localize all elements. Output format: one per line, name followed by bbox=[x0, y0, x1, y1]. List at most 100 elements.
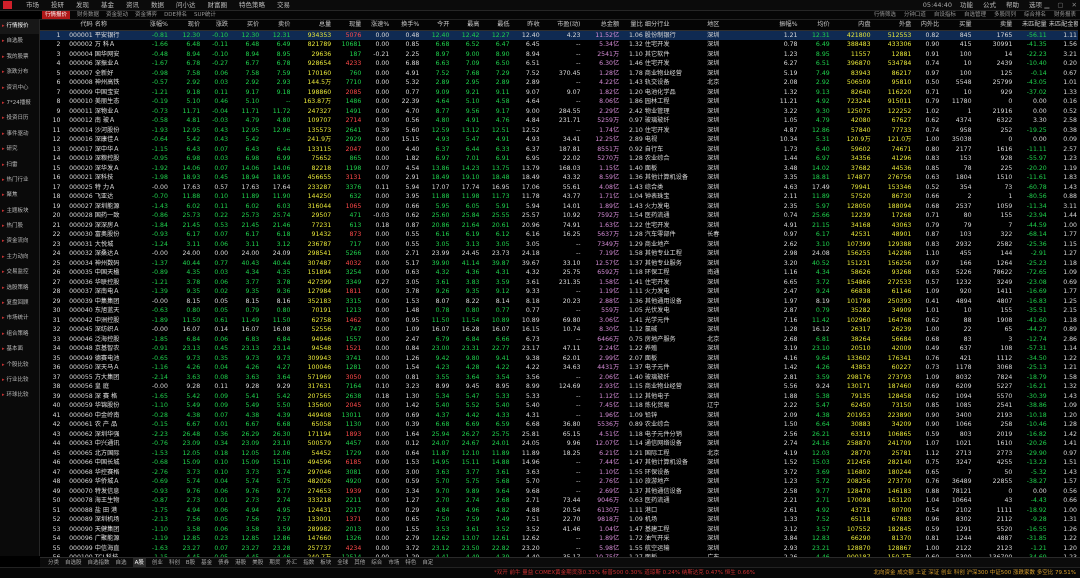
table-row[interactable]: 25 000034 神州数码 -1.37 40.44 0.77 40.43 40.44 3074… bbox=[40, 259, 1078, 269]
column-header[interactable]: 涨跌 bbox=[201, 20, 230, 31]
table-row[interactable]: 14 000019 深粮控股 -0.95 6.98 0.03 6.98 6.99 75652 86… bbox=[40, 154, 1078, 164]
table-row[interactable]: 40 000059 华锦股份 -1.10 5.49 0.09 5.49 5.50 135600 2… bbox=[40, 401, 1078, 411]
table-row[interactable]: 3 000004 国华网安 -0.48 8.94 -0.10 8.94 8.95 29636 18… bbox=[40, 50, 1078, 60]
table-row[interactable]: 33 000046 泛海控股 -1.85 6.84 0.06 6.83 6.84 94946 15… bbox=[40, 335, 1078, 345]
column-header[interactable]: 总金额 bbox=[581, 20, 621, 31]
sidebar-item[interactable]: 事件驱动 bbox=[0, 127, 39, 142]
table-row[interactable]: 19 000027 深圳能源 -1.43 6.02 0.11 6.02 6.03 316044 1… bbox=[40, 202, 1078, 212]
table-row[interactable]: 47 000068 华控赛格 -2.76 3.73 0.10 3.73 3.74 297046 3… bbox=[40, 468, 1078, 478]
column-header[interactable]: 外盘 bbox=[871, 20, 913, 31]
table-row[interactable]: 16 000021 深科技 -1.98 18.93 0.45 18.94 18.95 45665… bbox=[40, 173, 1078, 183]
column-header[interactable]: 内外比 bbox=[912, 20, 941, 31]
table-row[interactable]: 32 000045 深纺织Ａ -0.00 16.07 0.14 16.07 16.08 5255… bbox=[40, 325, 1078, 335]
column-header[interactable]: 未匹配金额 bbox=[1047, 20, 1078, 31]
menu-item[interactable]: 投研 bbox=[51, 1, 64, 9]
column-header[interactable]: 内盘 bbox=[830, 20, 872, 31]
table-row[interactable]: 52 000089 深圳机场 -2.13 7.56 0.05 7.56 7.57 133001 1… bbox=[40, 515, 1078, 525]
table-row[interactable]: 36 000050 深天马Ａ -1.16 4.26 0.04 4.26 4.27 100046 1… bbox=[40, 363, 1078, 373]
minimize-icon[interactable]: ▁ bbox=[1044, 1, 1049, 9]
sidebar-item[interactable]: 行业比较 bbox=[0, 373, 39, 388]
column-header[interactable]: 均价 bbox=[798, 20, 831, 31]
table-row[interactable]: 1 000001 平安银行 -0.81 12.30 -0.10 12.30 12.31 9343… bbox=[40, 30, 1078, 40]
column-header[interactable]: 最高 bbox=[450, 20, 481, 31]
tab-item[interactable]: DDE排名 bbox=[164, 11, 187, 19]
sidebar-item[interactable]: 复盘回顾 bbox=[0, 296, 39, 311]
column-header[interactable]: 昨收 bbox=[510, 20, 541, 31]
menu-item[interactable]: 财富圈 bbox=[208, 1, 228, 9]
table-row[interactable]: 44 000063 中兴通讯 -0.76 23.09 0.34 23.09 23.10 5005… bbox=[40, 439, 1078, 449]
table-row[interactable]: 34 000048 京基智农 -0.91 23.13 0.45 23.13 23.14 9454… bbox=[40, 344, 1078, 354]
sidebar-item[interactable]: 自选股 bbox=[0, 34, 39, 49]
menu-item[interactable]: 资讯 bbox=[126, 1, 139, 9]
sidebar-item[interactable]: 行情报价 bbox=[0, 19, 39, 35]
tool-button[interactable]: 财务报表 bbox=[1054, 11, 1076, 19]
right-menu-item[interactable]: 公式 bbox=[983, 1, 996, 9]
tab-item[interactable]: SUP统计 bbox=[194, 11, 216, 19]
column-header[interactable]: 名称 bbox=[93, 20, 139, 31]
column-header[interactable]: 卖量 bbox=[972, 20, 1014, 31]
table-row[interactable]: 4 000006 深振业Ａ -1.67 6.78 -0.27 6.77 6.78 928654 4… bbox=[40, 59, 1078, 69]
table-row[interactable]: 37 000055 方大集团 -2.14 3.63 0.08 3.63 3.64 571969 3… bbox=[40, 373, 1078, 383]
right-menu-item[interactable]: 功能 bbox=[960, 1, 973, 9]
table-row[interactable]: 29 000039 中集集团 -0.00 8.15 0.05 8.15 8.16 352183 3… bbox=[40, 297, 1078, 307]
column-header[interactable]: 代码 bbox=[61, 20, 94, 31]
table-row[interactable]: 15 000020 深华发Ａ -1.92 14.06 0.07 14.06 14.06 8221… bbox=[40, 164, 1078, 174]
tab-item[interactable]: 财务数据 bbox=[77, 11, 99, 19]
menu-item[interactable]: 交易 bbox=[277, 1, 290, 9]
menu-item[interactable]: 市场 bbox=[26, 1, 39, 9]
menu-item[interactable]: 特色策略 bbox=[239, 1, 265, 9]
tool-button[interactable]: 多股同列 bbox=[994, 11, 1016, 19]
table-row[interactable]: 12 000016 深康佳Ａ -0.64 5.42 0.43 5.42 -- 241.9万 292… bbox=[40, 135, 1078, 145]
sidebar-item[interactable]: 资讯中心 bbox=[0, 81, 39, 96]
column-header[interactable]: 卖价 bbox=[260, 20, 292, 31]
table-row[interactable]: 39 000058 深 赛 格 -1.65 5.42 0.09 5.41 5.42 207565… bbox=[40, 392, 1078, 402]
right-menu-item[interactable]: 帮助 bbox=[1006, 1, 1019, 9]
column-header[interactable] bbox=[40, 20, 62, 31]
table-row[interactable]: 50 000078 海王生物 -0.87 2.73 0.01 2.73 2.74 333218 2… bbox=[40, 496, 1078, 506]
column-header[interactable]: 涨幅% bbox=[138, 20, 169, 31]
table-row[interactable]: 28 000037 深南电Ａ -1.39 9.35 0.02 9.35 9.36 127984 1… bbox=[40, 287, 1078, 297]
table-row[interactable]: 27 000036 华联控股 -1.21 3.78 0.06 3.77 3.78 427399 3… bbox=[40, 278, 1078, 288]
sidebar-item[interactable]: 个股比较 bbox=[0, 358, 39, 373]
table-row[interactable]: 17 000025 特 力Ａ -0.00 17.63 0.57 17.63 17.64 2332… bbox=[40, 183, 1078, 193]
sidebar-item[interactable]: 聚焦 bbox=[0, 188, 39, 203]
menu-item[interactable]: 发现 bbox=[76, 1, 89, 9]
tool-button[interactable]: 分钟口道 bbox=[904, 11, 926, 19]
table-row[interactable]: 46 000066 中国长城 -0.68 15.09 0.10 15.09 15.10 4945… bbox=[40, 458, 1078, 468]
tool-button[interactable]: 行情筛选 bbox=[874, 11, 896, 19]
column-header[interactable]: 现价 bbox=[168, 20, 202, 31]
table-row[interactable]: 30 000040 东旭蓝天 -0.63 0.80 0.05 0.79 0.80 70191 12… bbox=[40, 306, 1078, 316]
table-row[interactable]: 23 000031 大悦城 -1.24 3.11 0.06 3.11 3.12 236787 71… bbox=[40, 240, 1078, 250]
table-row[interactable]: 10 000012 南 玻Ａ -0.58 4.81 -0.03 4.79 4.80 109707… bbox=[40, 116, 1078, 126]
table-row[interactable]: 22 000030 富奥股份 -0.93 6.17 0.07 6.17 6.18 91432 87… bbox=[40, 230, 1078, 240]
table-row[interactable]: 26 000035 中国天楹 -0.89 4.35 0.03 4.34 4.35 151894 3… bbox=[40, 268, 1078, 278]
sidebar-item[interactable]: 扫雷 bbox=[0, 158, 39, 173]
tool-button[interactable]: 综合排名 bbox=[1024, 11, 1046, 19]
column-header[interactable]: 最低 bbox=[480, 20, 511, 31]
table-row[interactable]: 18 000026 飞亚达 -0.70 11.88 0.10 11.89 11.90 14425… bbox=[40, 192, 1078, 202]
sidebar-item[interactable]: 7*24播报 bbox=[0, 96, 39, 111]
column-header[interactable]: 市盈(动) bbox=[540, 20, 582, 31]
table-row[interactable]: 53 000090 天健集团 -1.10 3.58 0.06 3.58 3.59 289982 2… bbox=[40, 525, 1078, 535]
table-row[interactable]: 48 000069 华侨城Ａ -0.69 5.74 0.04 5.74 5.75 482026 4… bbox=[40, 477, 1078, 487]
sidebar-item[interactable]: 选股策略 bbox=[0, 281, 39, 296]
tool-button[interactable]: 自设指标 bbox=[934, 11, 956, 19]
table-row[interactable]: 13 000017 深中华Ａ -1.15 6.43 0.07 6.43 6.44 133115 2… bbox=[40, 145, 1078, 155]
column-header[interactable]: 细分行业 bbox=[643, 20, 707, 31]
table-row[interactable]: 42 000061 农 产 品 -0.15 6.67 0.01 6.67 6.68 65058 1… bbox=[40, 420, 1078, 430]
close-icon[interactable]: ✕ bbox=[1072, 1, 1077, 9]
sidebar-item[interactable]: 主题板块 bbox=[0, 204, 39, 219]
column-header[interactable]: 地区 bbox=[706, 20, 769, 31]
column-header[interactable]: 买价 bbox=[229, 20, 261, 31]
column-header[interactable]: 今开 bbox=[420, 20, 451, 31]
column-header[interactable]: 总量 bbox=[291, 20, 333, 31]
menu-item[interactable]: 基金 bbox=[101, 1, 114, 9]
tool-button[interactable]: 自选管理 bbox=[964, 11, 986, 19]
table-row[interactable]: 54 000096 广聚能源 -1.19 12.85 0.23 12.85 12.86 1476… bbox=[40, 534, 1078, 544]
sidebar-item[interactable]: 交易监控 bbox=[0, 265, 39, 280]
sidebar-item[interactable]: 我的股票 bbox=[0, 50, 39, 65]
table-row[interactable]: 9 000011 深物业Ａ -0.73 11.71 -0.04 11.71 11.72 2473… bbox=[40, 107, 1078, 117]
sidebar-item[interactable]: 基本面 bbox=[0, 342, 39, 357]
column-header[interactable]: 未匹配量 bbox=[1013, 20, 1048, 31]
maximize-icon[interactable]: ▢ bbox=[1057, 1, 1063, 9]
